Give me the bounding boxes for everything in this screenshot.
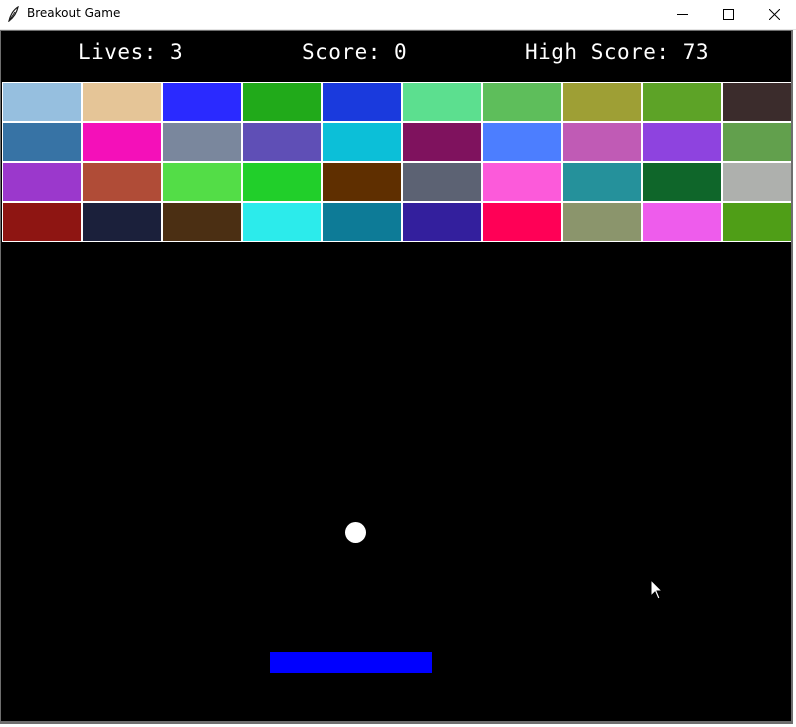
brick xyxy=(482,162,562,202)
brick xyxy=(722,162,791,202)
brick xyxy=(482,202,562,242)
brick xyxy=(162,162,242,202)
high-score-counter: High Score: 73 xyxy=(525,40,710,64)
brick xyxy=(162,122,242,162)
brick xyxy=(722,82,791,122)
title-bar[interactable]: Breakout Game xyxy=(0,0,796,30)
close-button[interactable] xyxy=(751,0,796,29)
brick xyxy=(642,82,722,122)
brick xyxy=(402,82,482,122)
brick xyxy=(562,82,642,122)
lives-counter: Lives: 3 xyxy=(78,40,184,64)
brick xyxy=(2,82,82,122)
brick xyxy=(322,162,402,202)
brick xyxy=(562,202,642,242)
score-counter: Score: 0 xyxy=(302,40,408,64)
brick xyxy=(242,122,322,162)
brick xyxy=(82,162,162,202)
brick xyxy=(562,162,642,202)
brick xyxy=(722,122,791,162)
feather-icon xyxy=(8,6,19,22)
maximize-icon xyxy=(722,9,734,20)
brick-grid xyxy=(2,82,791,242)
close-icon xyxy=(768,9,780,20)
mouse-pointer-icon xyxy=(650,579,664,600)
brick xyxy=(402,162,482,202)
brick xyxy=(402,202,482,242)
brick xyxy=(2,162,82,202)
brick xyxy=(722,202,791,242)
game-window: Breakout Game Lives: 3 Score: 0 High Sco… xyxy=(0,0,796,727)
maximize-button[interactable] xyxy=(705,0,751,29)
minimize-button[interactable] xyxy=(659,0,705,29)
game-canvas[interactable]: Lives: 3 Score: 0 High Score: 73 xyxy=(0,30,793,724)
brick xyxy=(82,82,162,122)
brick xyxy=(242,162,322,202)
brick xyxy=(562,122,642,162)
minimize-icon xyxy=(676,14,688,15)
brick xyxy=(162,202,242,242)
window-title: Breakout Game xyxy=(27,6,121,20)
brick xyxy=(82,202,162,242)
brick xyxy=(642,162,722,202)
brick xyxy=(2,122,82,162)
brick xyxy=(322,82,402,122)
brick xyxy=(322,122,402,162)
brick xyxy=(482,82,562,122)
ball xyxy=(345,522,366,543)
brick xyxy=(402,122,482,162)
brick xyxy=(242,202,322,242)
paddle[interactable] xyxy=(270,652,432,673)
brick xyxy=(642,122,722,162)
brick xyxy=(82,122,162,162)
brick xyxy=(162,82,242,122)
brick xyxy=(642,202,722,242)
brick xyxy=(322,202,402,242)
brick xyxy=(242,82,322,122)
brick xyxy=(482,122,562,162)
brick xyxy=(2,202,82,242)
